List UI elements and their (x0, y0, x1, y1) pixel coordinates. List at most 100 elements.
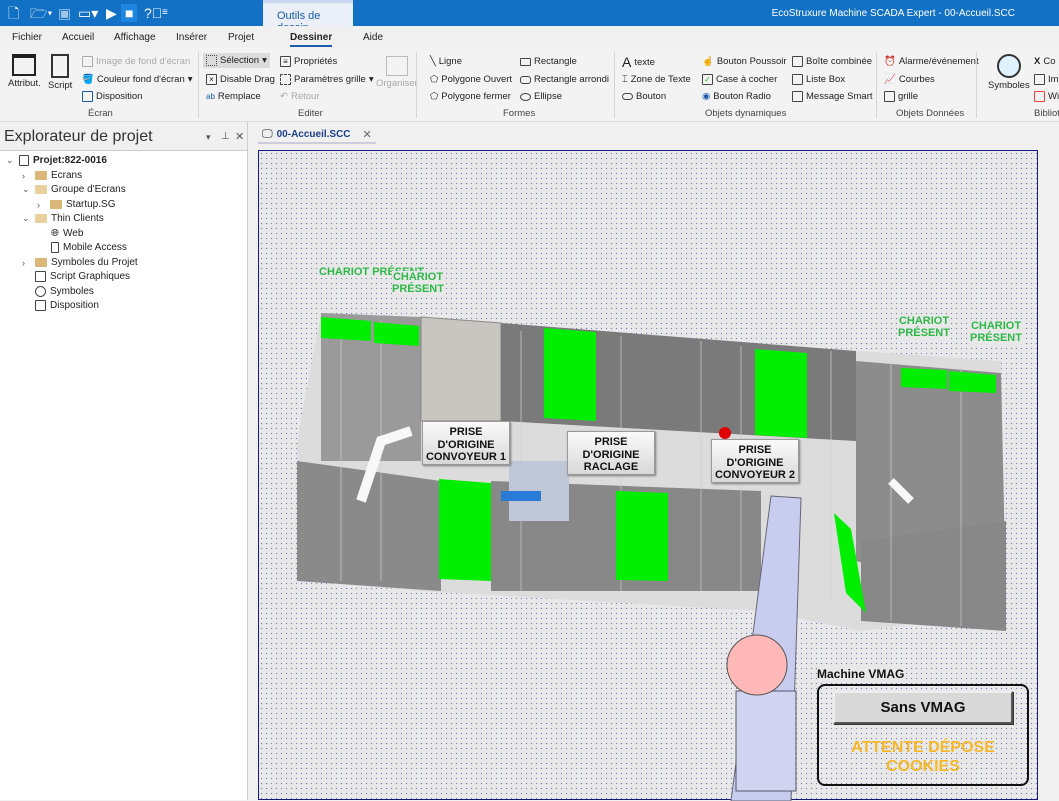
tree-item-groupe-ecrans[interactable]: ⌄ Groupe d'Ecrans (22, 184, 126, 195)
open-folder-icon[interactable]: 🗁▾ (30, 4, 53, 22)
bouton-poussoir-button[interactable]: ☝ Bouton Poussoir (702, 56, 787, 67)
grille-label: grille (898, 91, 919, 102)
organiser-button[interactable]: Organiser (376, 56, 418, 89)
close-tab-icon[interactable]: ✕ (363, 128, 372, 141)
attribut-button[interactable]: Attribut. (8, 54, 41, 89)
tree-item-startup[interactable]: › Startup.SG (37, 199, 115, 210)
window-icon[interactable]: ▭▾ (78, 4, 98, 22)
trend-icon: 📈 (884, 74, 896, 85)
tab-fichier[interactable]: Fichier (12, 32, 42, 43)
proprietes-button[interactable]: ≡ Propriétés (280, 56, 337, 67)
tree-item-mobile-access[interactable]: Mobile Access (51, 242, 127, 253)
tab-affichage[interactable]: Affichage (114, 32, 156, 43)
tree-item-web[interactable]: 🌐︎ Web (51, 228, 83, 239)
group-label-objets-donnees: Objets Données (896, 108, 965, 119)
tab-inserer[interactable]: Insérer (176, 32, 207, 43)
liste-box-label: Liste Box (806, 74, 846, 85)
grille-button[interactable]: grille (884, 91, 918, 102)
customize-icon[interactable]: ≡ (162, 4, 168, 22)
tree-item-symboles[interactable]: Symboles (35, 286, 94, 297)
help-icon[interactable]: ?⃝ (144, 4, 162, 22)
courbes-button[interactable]: 📈 Courbes (884, 74, 935, 85)
image-fond-button[interactable]: Image de fond d'écran (82, 56, 190, 67)
tree-item-thin-clients[interactable]: ⌄ Thin Clients (22, 213, 104, 224)
symboles-button[interactable]: Symboles (988, 54, 1030, 91)
bouton-button[interactable]: Bouton (622, 91, 666, 102)
new-file-icon[interactable]: 🗋 (8, 4, 19, 22)
tab-projet[interactable]: Projet (228, 32, 254, 43)
parametres-grille-button[interactable]: Paramètres grille ▾ (280, 74, 374, 85)
save-icon[interactable]: ▣ (58, 4, 71, 22)
couleur-fond-button[interactable]: 🪣 Couleur fond d'écran ▾ (82, 74, 193, 85)
chevron-right-icon[interactable]: › (37, 200, 46, 210)
message-smart-button[interactable]: Message Smart (792, 91, 873, 102)
chevron-right-icon[interactable]: › (22, 258, 31, 268)
zone-texte-button[interactable]: ⌶ Zone de Texte (622, 74, 691, 85)
replace-icon: ab (206, 92, 215, 101)
properties-icon: ≡ (280, 56, 291, 67)
disposition-button[interactable]: Disposition (82, 91, 142, 102)
tab-accueil[interactable]: Accueil (62, 32, 94, 43)
dropdown-icon[interactable]: ▾ (206, 132, 211, 143)
ligne-button[interactable]: ╲ Ligne (430, 56, 462, 67)
prise-origine-raclage-button[interactable]: PRISE D'ORIGINE RACLAGE (567, 431, 655, 475)
chevron-down-icon[interactable]: ⌄ (6, 155, 15, 166)
boite-combinee-button[interactable]: Boîte combinée (792, 56, 872, 67)
script-button[interactable]: Script (48, 54, 72, 91)
ellipse-button[interactable]: Ellipse (520, 91, 562, 102)
texte-button[interactable]: Atexte (622, 54, 655, 70)
polygone-fermer-button[interactable]: ⬠ Polygone fermer (430, 91, 511, 102)
tree-item-disposition[interactable]: Disposition (35, 300, 99, 311)
couleur-fond-label: Couleur fond d'écran (96, 74, 185, 85)
button-icon (622, 93, 633, 100)
script-icon (51, 54, 70, 78)
library-item[interactable]: Wi (1034, 91, 1059, 102)
machine-vmag-label: Machine VMAG (817, 667, 905, 681)
run-icon[interactable]: ▶ (106, 4, 117, 22)
rectangle-arrondi-button[interactable]: Rectangle arrondi (520, 74, 609, 85)
list-box-icon (792, 74, 803, 85)
remplace-label: Remplace (217, 91, 261, 102)
prise-origine-convoyeur-2-button[interactable]: PRISE D'ORIGINE CONVOYEUR 2 (711, 439, 799, 483)
divider (416, 52, 417, 118)
tree-item-ecrans[interactable]: › Ecrans (22, 170, 82, 181)
document-tab[interactable]: 🖵 00-Accueil.SCC ✕ (258, 126, 376, 144)
remplace-button[interactable]: ab Remplace (206, 91, 261, 102)
document-tab-label: 00-Accueil.SCC (276, 128, 351, 140)
pin-icon[interactable]: ⊥ (221, 131, 230, 142)
close-icon[interactable]: ✕ (235, 130, 244, 143)
library-item[interactable]: X Co (1034, 56, 1056, 67)
disable-drag-button[interactable]: × Disable Drag (206, 74, 275, 85)
selection-icon (206, 55, 217, 66)
tree-item-symboles-projet[interactable]: › Symboles du Projet (22, 257, 138, 268)
alarme-label: Alarme/événement (898, 56, 979, 67)
chariot-present-label: CHARIOT PRÉSENT (969, 320, 1023, 344)
texte-label: texte (634, 56, 655, 68)
retour-button[interactable]: ↶ Retour (280, 91, 319, 102)
case-cocher-button[interactable]: ✓ Case à cocher (702, 74, 777, 85)
rectangle-button[interactable]: Rectangle (520, 56, 577, 67)
liste-box-button[interactable]: Liste Box (792, 74, 845, 85)
bouton-radio-label: Bouton Radio (713, 91, 771, 102)
selection-button[interactable]: Sélection ▾ (203, 53, 270, 68)
alarm-clock-icon: ⏰ (884, 56, 896, 67)
prise-origine-convoyeur-1-button[interactable]: PRISE D'ORIGINE CONVOYEUR 1 (422, 421, 510, 465)
grid-icon (884, 91, 895, 102)
stop-icon[interactable]: ■ (121, 4, 138, 22)
tree-item-projet[interactable]: ⌄ Projet:822-0016 (6, 155, 107, 166)
chevron-down-icon[interactable]: ⌄ (22, 213, 31, 224)
chevron-right-icon[interactable]: › (22, 171, 31, 181)
sans-vmag-button[interactable]: Sans VMAG (833, 691, 1013, 724)
bouton-radio-button[interactable]: ◉ Bouton Radio (702, 91, 771, 102)
library-item[interactable]: Ima (1034, 74, 1059, 85)
tab-dessiner[interactable]: Dessiner (290, 32, 333, 47)
polygone-ouvert-button[interactable]: ⬠ Polygone Ouvert (430, 74, 512, 85)
ellipse-icon (520, 92, 531, 101)
alarme-button[interactable]: ⏰ Alarme/événement (884, 56, 979, 67)
folder-icon (35, 171, 47, 180)
presence-indicator (616, 491, 668, 581)
chevron-down-icon[interactable]: ⌄ (22, 184, 31, 195)
tree-item-script-graphiques[interactable]: Script Graphiques (35, 271, 130, 282)
group-label-bibliotheque: Bibliot (1034, 108, 1059, 119)
tab-aide[interactable]: Aide (363, 32, 383, 43)
